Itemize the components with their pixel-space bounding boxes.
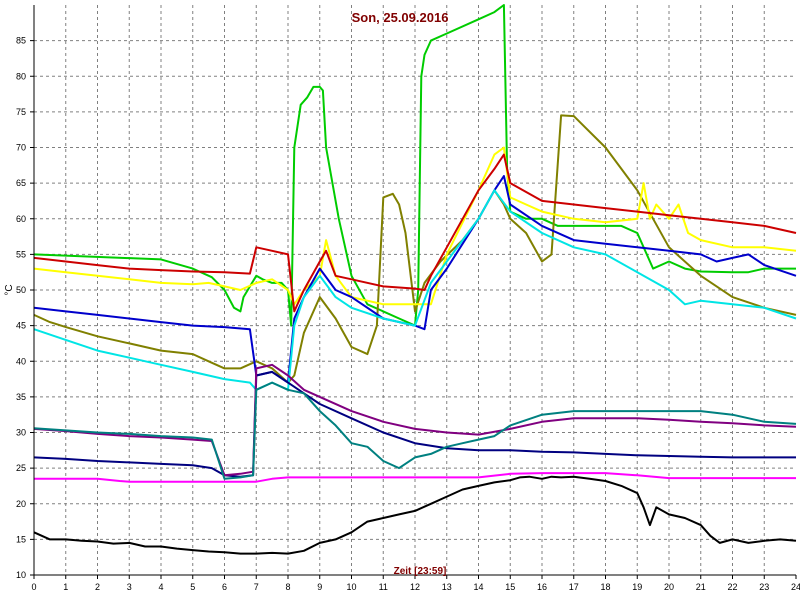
x-tick-label: 24 [791, 582, 800, 592]
y-tick-label: 85 [16, 36, 26, 46]
y-axis-label: °C [4, 284, 15, 295]
y-tick-label: 65 [16, 178, 26, 188]
x-tick-label: 14 [473, 582, 483, 592]
x-tick-label: 18 [600, 582, 610, 592]
y-tick-label: 55 [16, 249, 26, 259]
x-tick-label: 13 [442, 582, 452, 592]
x-tick-label: 5 [190, 582, 195, 592]
series-line-5 [33, 175, 797, 384]
y-tick-label: 30 [16, 428, 26, 438]
chart-svg: 0 1 2 3 4 5 6 7 8 9 10 11 12 13 14 15 16 17 18 19 20 21 22 23 24… [4, 4, 800, 592]
chart-title: Son, 25.09.2016 [352, 10, 449, 25]
y-tick-label: 25 [16, 463, 26, 473]
x-tick-label: 6 [222, 582, 227, 592]
series-line-7 [33, 370, 796, 478]
y-tick-label: 70 [16, 143, 26, 153]
y-tick-label: 35 [16, 392, 26, 402]
x-tick-label: 22 [727, 582, 737, 592]
x-tick-label: 7 [254, 582, 259, 592]
y-tick-label: 80 [16, 71, 26, 81]
series-group [33, 4, 797, 555]
series-line-3 [33, 146, 797, 306]
y-tick-label: 15 [16, 534, 26, 544]
x-tick-label: 16 [537, 582, 547, 592]
grid [34, 5, 796, 575]
x-tick-label: 19 [632, 582, 642, 592]
y-tick-label: 60 [16, 214, 26, 224]
y-tick-label: 10 [16, 570, 26, 580]
x-tick-label: 9 [317, 582, 322, 592]
x-axis-label: Zeit [23:59] [394, 566, 447, 577]
x-tick-label: 21 [696, 582, 706, 592]
x-tick-label: 10 [346, 582, 356, 592]
y-tick-label: 40 [16, 356, 26, 366]
x-tick-label: 0 [31, 582, 36, 592]
y-tick-label: 20 [16, 499, 26, 509]
y-tick-label: 75 [16, 107, 26, 117]
x-tick-label: 15 [505, 582, 515, 592]
x-tick-label: 17 [569, 582, 579, 592]
x-tick-label: 11 [379, 582, 388, 592]
x-tick-label: 20 [664, 582, 674, 592]
y-tick-label: 50 [16, 285, 26, 295]
x-tick-label: 8 [285, 582, 290, 592]
x-tick-label: 1 [63, 582, 68, 592]
x-tick-label: 12 [410, 582, 420, 592]
chart-container: 0 1 2 3 4 5 6 7 8 9 10 11 12 13 14 15 16 17 18 19 20 21 22 23 24… [0, 0, 800, 600]
x-tick-label: 4 [158, 582, 163, 592]
y-tick-label: 45 [16, 321, 26, 331]
x-tick-label: 2 [95, 582, 100, 592]
x-tick-label: 23 [759, 582, 769, 592]
x-tick-label: 3 [127, 582, 132, 592]
